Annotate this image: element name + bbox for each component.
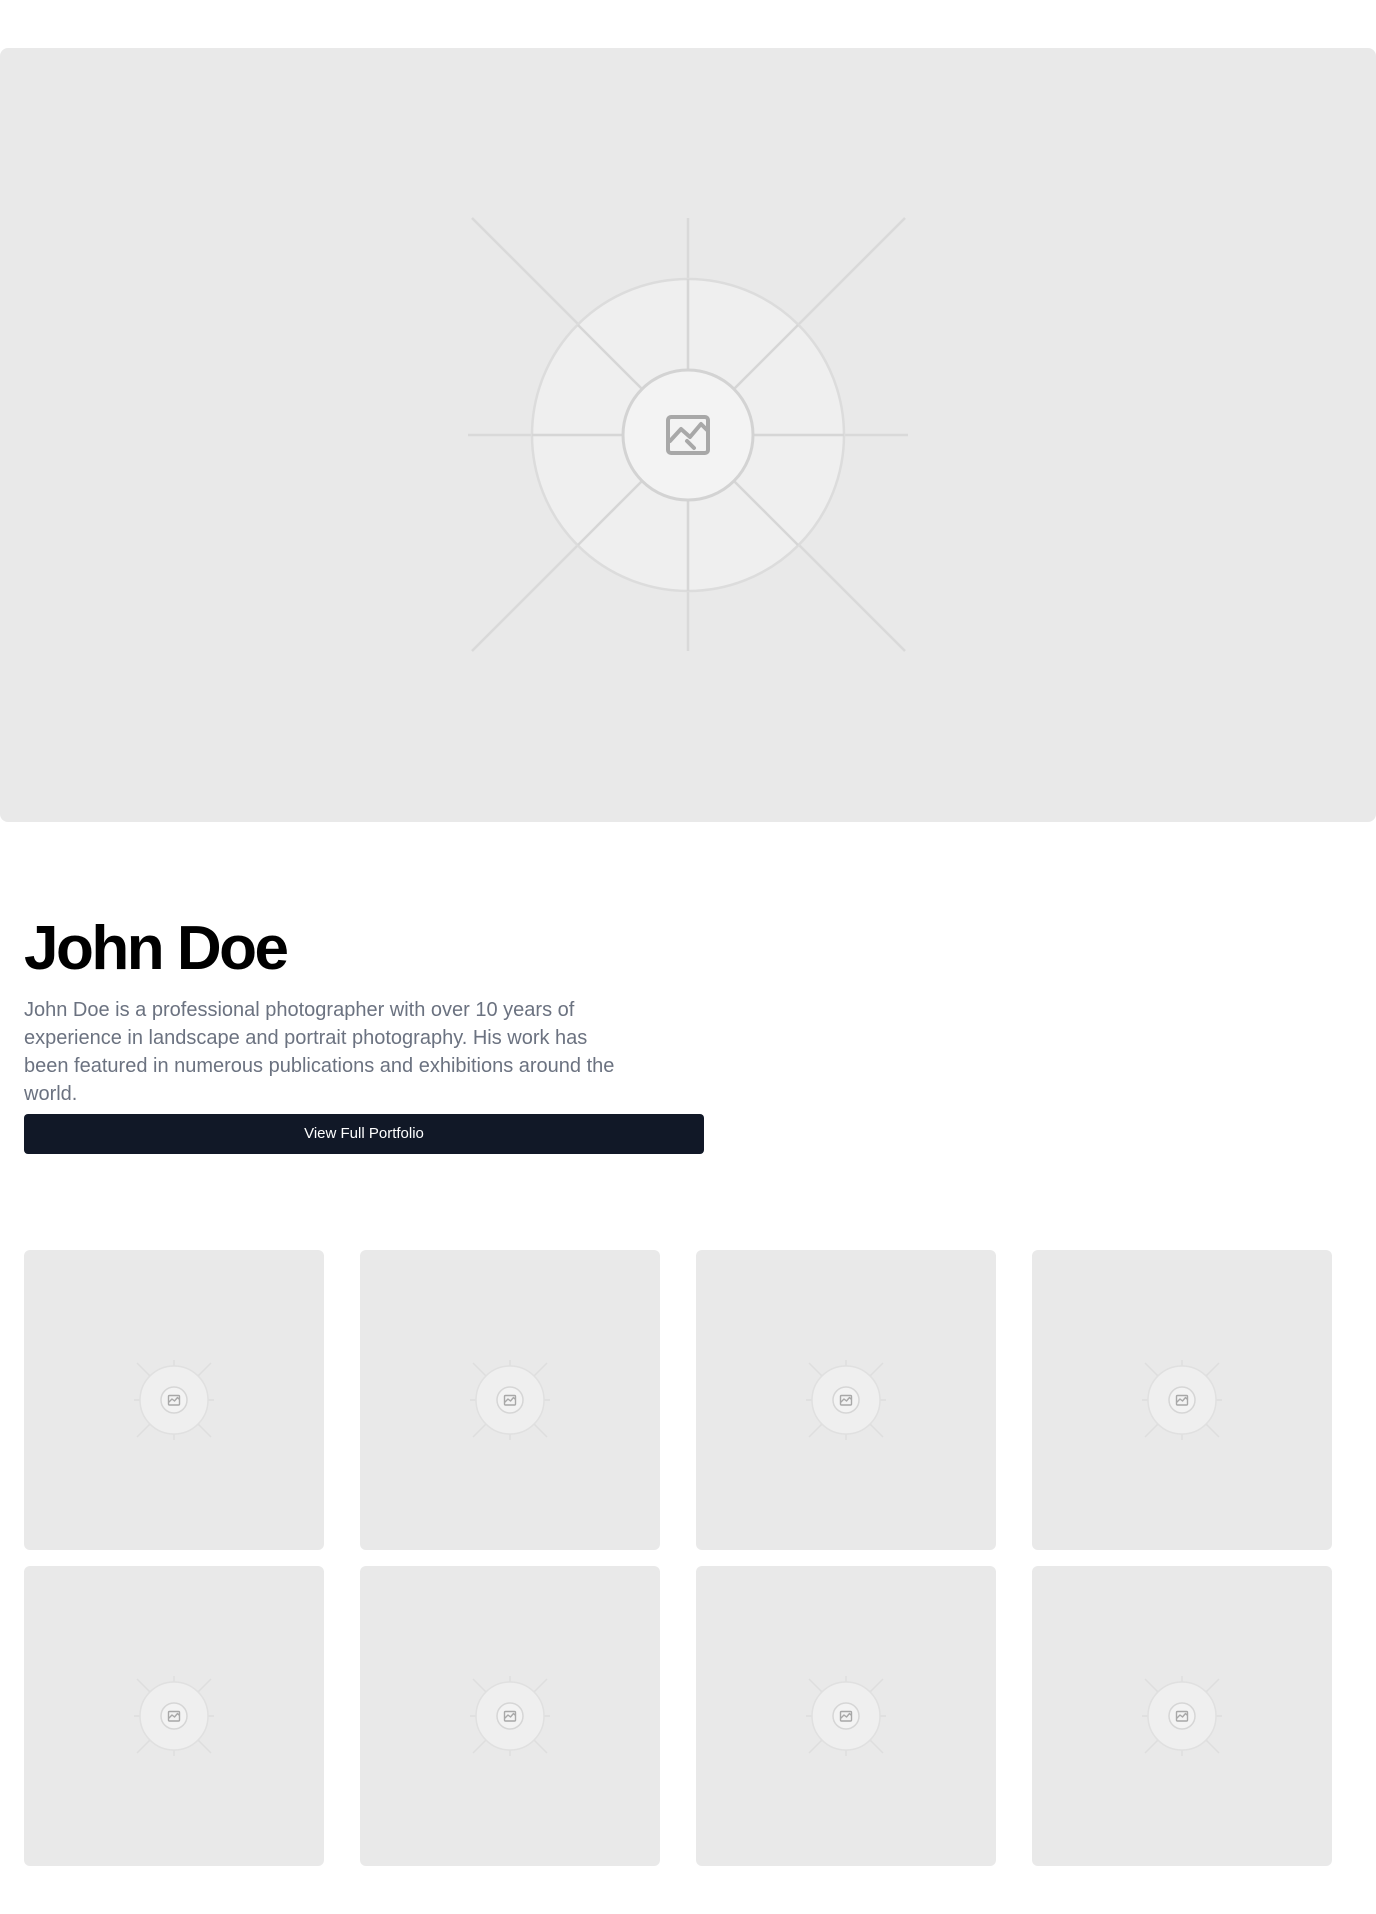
profile-name: John Doe — [24, 914, 289, 983]
gallery-item[interactable] — [1032, 1566, 1332, 1866]
profile-section: John Doe John Doe is a professional phot… — [24, 912, 704, 1108]
gallery-grid — [24, 1250, 1332, 1866]
image-placeholder-icon — [1142, 1676, 1222, 1756]
profile-bio: John Doe is a professional photographer … — [24, 999, 615, 1105]
portfolio-page: John Doe John Doe is a professional phot… — [0, 0, 1376, 1914]
hero-image — [0, 48, 1376, 822]
image-placeholder-icon — [468, 217, 908, 652]
image-placeholder-icon — [1142, 1360, 1222, 1440]
image-placeholder-icon — [806, 1676, 886, 1756]
gallery-item[interactable] — [1032, 1250, 1332, 1550]
image-placeholder-icon — [470, 1676, 550, 1756]
gallery-item[interactable] — [360, 1566, 660, 1866]
image-placeholder-icon — [806, 1360, 886, 1440]
gallery-item[interactable] — [696, 1566, 996, 1866]
view-full-portfolio-button[interactable]: View Full Portfolio — [24, 1114, 704, 1154]
gallery-item[interactable] — [24, 1250, 324, 1550]
image-placeholder-icon — [470, 1360, 550, 1440]
gallery-item[interactable] — [696, 1250, 996, 1550]
gallery-item[interactable] — [24, 1566, 324, 1866]
image-placeholder-icon — [134, 1676, 214, 1756]
gallery-item[interactable] — [360, 1250, 660, 1550]
image-placeholder-icon — [134, 1360, 214, 1440]
